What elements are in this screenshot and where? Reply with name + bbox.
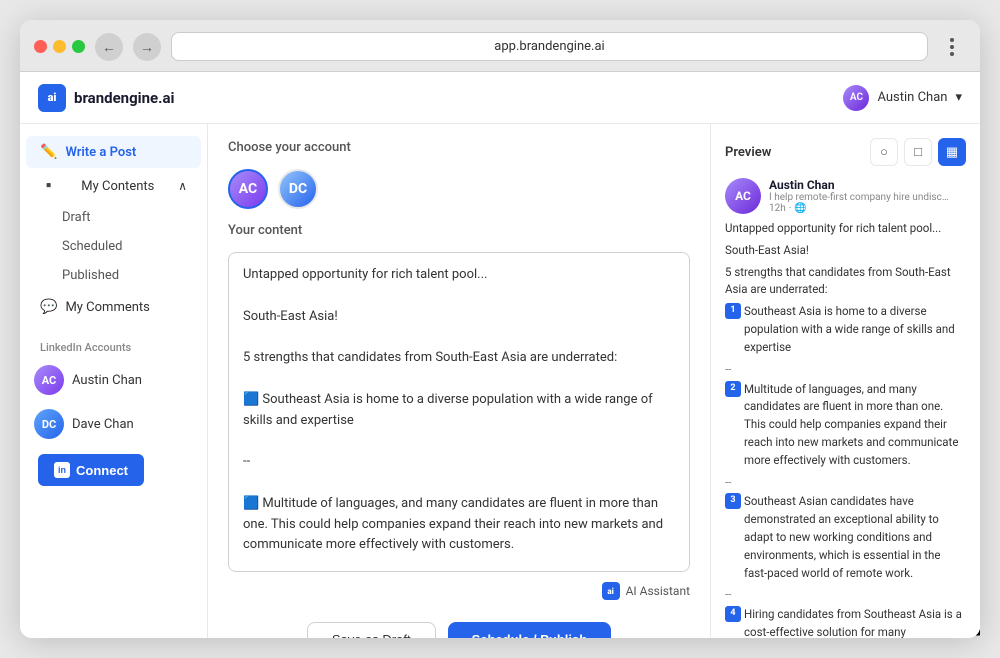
preview-point-2: 2 Multitude of languages, and many candi… [725, 381, 966, 470]
traffic-lights [34, 40, 85, 53]
preview-user-row: AC Austin Chan I help remote-first compa… [725, 178, 966, 214]
badge-1: 1 [725, 303, 741, 319]
content-area: Choose your account AC DC Your content U… [208, 124, 710, 638]
forward-button[interactable]: → [133, 33, 161, 61]
choose-account-label: Choose your account [228, 140, 690, 155]
ai-icon: ai [602, 582, 620, 600]
sidebar-item-published[interactable]: Published [26, 262, 201, 289]
browser-menu-button[interactable] [938, 33, 966, 61]
divider-1: -- [725, 361, 966, 379]
avatar-dave: DC [34, 409, 64, 439]
account-circle-austin[interactable]: AC [228, 169, 268, 209]
close-button[interactable] [34, 40, 47, 53]
avatar-austin: AC [34, 365, 64, 395]
preview-avatar: AC [725, 178, 761, 214]
account-item-austin[interactable]: AC Austin Chan [26, 358, 201, 402]
preview-point-4: 4 Hiring candidates from Southeast Asia … [725, 606, 966, 638]
content-editor: Untapped opportunity for rich talent poo… [228, 252, 690, 600]
ai-assistant-row[interactable]: ai AI Assistant [228, 582, 690, 600]
chevron-down-icon: ▾ [955, 90, 962, 105]
sidebar-item-my-comments[interactable]: 💬 My Comments [26, 291, 201, 323]
preview-icons: ○ □ ▦ [870, 138, 966, 166]
globe-icon: 🌐 [794, 203, 806, 214]
ai-assistant-label: AI Assistant [626, 584, 690, 598]
preview-header: Preview ○ □ ▦ [725, 138, 966, 166]
chevron-up-icon: ∧ [178, 179, 187, 193]
write-post-label: Write a Post [65, 145, 136, 160]
user-name-label: Austin Chan [877, 90, 947, 105]
app-container: ai brandengine.ai AC Austin Chan ▾ ✏️ Wr… [20, 72, 980, 638]
avatar: AC [843, 85, 869, 111]
linkedin-icon: in [54, 462, 70, 478]
dave-chan-label: Dave Chan [72, 417, 134, 432]
your-content-label: Your content [228, 223, 690, 238]
action-buttons: Save as Draft Schedule / Publish [228, 614, 690, 638]
maximize-button[interactable] [72, 40, 85, 53]
preview-content: Untapped opportunity for rich talent poo… [725, 220, 966, 638]
browser-window: ← → app.brandengine.ai ai brandengine.ai… [20, 20, 980, 638]
brand-logo: ai brandengine.ai [38, 84, 174, 112]
linkedin-accounts-label: LinkedIn Accounts [26, 333, 201, 358]
badge-4: 4 [725, 606, 741, 622]
preview-panel: Preview ○ □ ▦ AC Austin Chan I help remo… [710, 124, 980, 638]
preview-post: AC Austin Chan I help remote-first compa… [725, 178, 966, 638]
preview-time: 12h · 🌐 [769, 203, 966, 214]
brand-icon: ai [38, 84, 66, 112]
badge-3: 3 [725, 493, 741, 509]
preview-line-3: 5 strengths that candidates from South-E… [725, 264, 966, 300]
connect-button[interactable]: in Connect [38, 454, 144, 486]
preview-line-2: South-East Asia! [725, 242, 966, 260]
minimize-button[interactable] [53, 40, 66, 53]
divider-3: -- [725, 586, 966, 604]
sidebar-item-my-contents[interactable]: ▪️ My Contents ∧ [26, 170, 201, 202]
brand-name: brandengine.ai [74, 89, 174, 107]
address-bar[interactable]: app.brandengine.ai [171, 32, 928, 61]
folder-icon: ▪️ [40, 178, 57, 194]
my-contents-label: My Contents [81, 179, 154, 194]
preview-point-3: 3 Southeast Asian candidates have demons… [725, 493, 966, 582]
post-textarea[interactable]: Untapped opportunity for rich talent poo… [228, 252, 690, 572]
back-button[interactable]: ← [95, 33, 123, 61]
preview-line-1: Untapped opportunity for rich talent poo… [725, 220, 966, 238]
austin-chan-label: Austin Chan [72, 373, 142, 388]
account-item-dave[interactable]: DC Dave Chan [26, 402, 201, 446]
preview-user-name: Austin Chan [769, 178, 966, 192]
sidebar-item-draft[interactable]: Draft [26, 204, 201, 231]
preview-user-info: Austin Chan I help remote-first company … [769, 178, 966, 214]
linkedin-accounts-section: LinkedIn Accounts AC Austin Chan DC Dave… [20, 333, 207, 486]
user-menu[interactable]: AC Austin Chan ▾ [843, 85, 962, 111]
browser-chrome: ← → app.brandengine.ai [20, 20, 980, 72]
account-circle-dave[interactable]: DC [278, 169, 318, 209]
preview-chat-btn[interactable]: □ [904, 138, 932, 166]
sidebar-item-write-post[interactable]: ✏️ Write a Post [26, 136, 201, 168]
top-nav: ai brandengine.ai AC Austin Chan ▾ [20, 72, 980, 124]
sidebar-item-scheduled[interactable]: Scheduled [26, 233, 201, 260]
connect-label: Connect [76, 463, 128, 478]
preview-label: Preview [725, 145, 771, 160]
comment-icon: 💬 [40, 299, 57, 315]
preview-user-subtitle: I help remote-first company hire undisco… [769, 192, 949, 203]
divider-2: -- [725, 474, 966, 492]
my-comments-label: My Comments [65, 300, 149, 315]
schedule-publish-button[interactable]: Schedule / Publish [448, 622, 612, 638]
account-avatars-row: AC DC [228, 169, 690, 209]
preview-grid-btn[interactable]: ▦ [938, 138, 966, 166]
preview-globe-btn[interactable]: ○ [870, 138, 898, 166]
sidebar: ✏️ Write a Post ▪️ My Contents ∧ Draft S… [20, 124, 208, 638]
save-draft-button[interactable]: Save as Draft [307, 622, 436, 638]
badge-2: 2 [725, 381, 741, 397]
edit-icon: ✏️ [40, 144, 57, 160]
main-area: ✏️ Write a Post ▪️ My Contents ∧ Draft S… [20, 124, 980, 638]
preview-point-1: 1 Southeast Asia is home to a diverse po… [725, 303, 966, 356]
